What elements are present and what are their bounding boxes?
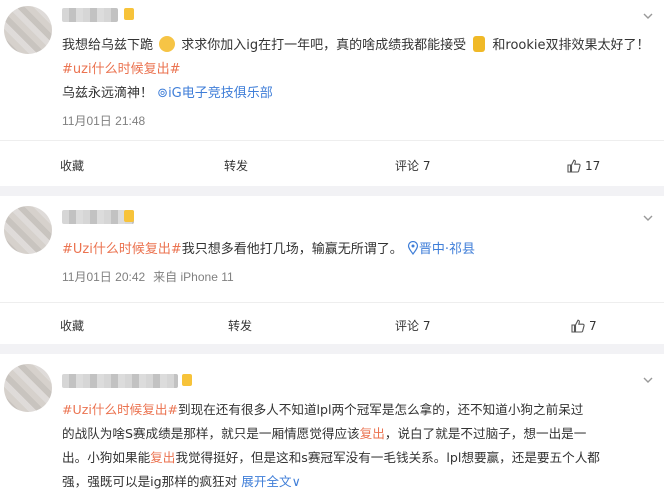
- post-text-fragment: 乌兹永远滴神！: [62, 86, 154, 101]
- favorite-label: 收藏: [60, 319, 85, 333]
- chevron-down-icon[interactable]: [642, 374, 654, 386]
- repost-button[interactable]: 转发: [224, 156, 248, 176]
- post-text-fragment: 出。小狗如果能: [62, 450, 151, 465]
- topic-hashtag[interactable]: #Uzi什么时候复出#: [62, 402, 178, 417]
- post-text-fragment: ，说白了就是不过脑子，想一出是一: [384, 426, 587, 441]
- repost-label: 转发: [228, 319, 253, 333]
- repost-button[interactable]: 转发: [228, 316, 252, 336]
- post-text-line: 强，强既可以是ig那样的疯狂对 展开全文∨: [62, 470, 650, 494]
- thumbs-up-icon: [567, 159, 581, 173]
- post-text-fragment: 我想给乌兹下跪: [62, 38, 158, 53]
- comment-label: 评论 7: [395, 319, 431, 333]
- post-text-line2: 乌兹永远滴神！ ⊚iG电子竞技俱乐部: [62, 82, 650, 106]
- avatar[interactable]: [4, 6, 52, 54]
- action-bar: 收藏 转发 评论 7 17: [0, 156, 664, 176]
- weibo-comment-feed: 我想给乌兹下跪 求求你加入ig在打一年吧，真的啥成绩我都能接受 和rookie双…: [0, 0, 664, 500]
- timestamp[interactable]: 11月01日 20:42: [62, 270, 145, 284]
- post-card: #Uzi什么时候复出#到现在还有很多人不知道lpl两个冠军是怎么拿的，还不知道小…: [0, 354, 664, 500]
- post-text-fragment: 的战队为啥S赛成绩是那样，就只是一厢情愿觉得应该: [62, 426, 360, 441]
- expand-full-text-link[interactable]: ∨: [292, 474, 301, 489]
- expand-full-text-link[interactable]: 展开全文: [241, 474, 291, 489]
- post-meta: 11月01日 21:48: [62, 112, 153, 129]
- avatar[interactable]: [4, 206, 52, 254]
- link-icon: ⊚: [157, 86, 169, 101]
- post-source: 来自 iPhone 11: [153, 270, 234, 284]
- post-text-fragment: 到现在还有很多人不知道lpl两个冠军是怎么拿的，还不知道小狗之前呆过: [178, 402, 584, 417]
- vip-badge-icon: [124, 210, 134, 222]
- action-bar: 收藏 转发 评论 7 7: [0, 316, 664, 336]
- like-count: 17: [585, 159, 601, 173]
- topic-hashtag[interactable]: 复出: [150, 450, 175, 465]
- crying-emoji: [159, 36, 176, 52]
- post-meta: 11月01日 20:42 来自 iPhone 11: [62, 268, 242, 285]
- location-link[interactable]: 晋中·祁县: [419, 242, 475, 257]
- post-text-line: 出。小狗如果能复出我觉得挺好，但是这和s赛冠军没有一毛钱关系。lpl想要赢，还是…: [62, 446, 650, 470]
- post-card: 我想给乌兹下跪 求求你加入ig在打一年吧，真的啥成绩我都能接受 和rookie双…: [0, 0, 664, 186]
- post-text-fragment: 我只想多看他打几场，输赢无所谓了。: [181, 242, 403, 257]
- post-text-line: #Uzi什么时候复出#到现在还有很多人不知道lpl两个冠军是怎么拿的，还不知道小…: [62, 398, 650, 422]
- favorite-button[interactable]: 收藏: [60, 156, 84, 176]
- location-pin-icon: [407, 241, 419, 255]
- post-text: 我想给乌兹下跪 求求你加入ig在打一年吧，真的啥成绩我都能接受 和rookie双…: [62, 34, 650, 82]
- topic-hashtag[interactable]: #uzi什么时候复出#: [62, 62, 180, 77]
- username-blurred[interactable]: [62, 8, 118, 22]
- favorite-button[interactable]: 收藏: [60, 316, 84, 336]
- topic-hashtag[interactable]: 复出: [360, 426, 385, 441]
- comment-button[interactable]: 评论 7: [395, 156, 430, 176]
- like-button[interactable]: 7: [571, 316, 597, 336]
- favorite-label: 收藏: [60, 159, 85, 173]
- comment-label: 评论 7: [395, 159, 431, 173]
- post-text-fragment: 我觉得挺好，但是这和s赛冠军没有一毛钱关系。lpl想要赢，还是要五个人都: [175, 450, 600, 465]
- post-text-fragment: 求求你加入ig在打一年吧，真的啥成绩我都能接受: [177, 38, 471, 53]
- comment-button[interactable]: 评论 7: [395, 316, 430, 336]
- post-text-line: 的战队为啥S赛成绩是那样，就只是一厢情愿觉得应该复出，说白了就是不过脑子，想一出…: [62, 422, 650, 446]
- username-blurred[interactable]: [62, 374, 178, 388]
- like-count: 7: [589, 319, 597, 333]
- chevron-down-icon[interactable]: [642, 10, 654, 22]
- vip-badge-icon: [124, 8, 134, 20]
- vip-badge-icon: [182, 374, 192, 386]
- timestamp[interactable]: 11月01日 21:48: [62, 114, 145, 128]
- avatar[interactable]: [4, 364, 52, 412]
- chevron-down-icon[interactable]: [642, 212, 654, 224]
- post-text: #Uzi什么时候复出#我只想多看他打几场，输赢无所谓了。 晋中·祁县: [62, 238, 650, 262]
- like-button[interactable]: 17: [567, 156, 600, 176]
- post-text-fragment: 强，强既可以是ig那样的疯狂对: [62, 474, 242, 489]
- trophy-emoji: [473, 36, 486, 52]
- thumbs-up-icon: [571, 319, 585, 333]
- section-gap: [0, 186, 664, 196]
- repost-label: 转发: [224, 159, 249, 173]
- club-link[interactable]: iG电子竞技俱乐部: [168, 86, 273, 101]
- topic-hashtag[interactable]: #Uzi什么时候复出#: [62, 242, 182, 257]
- section-gap: [0, 344, 664, 354]
- post-text: #Uzi什么时候复出#到现在还有很多人不知道lpl两个冠军是怎么拿的，还不知道小…: [62, 398, 650, 494]
- divider: [0, 140, 664, 141]
- divider: [0, 302, 664, 303]
- post-text-fragment: 和rookie双排效果太好了！: [488, 38, 650, 53]
- post-card: #Uzi什么时候复出#我只想多看他打几场，输赢无所谓了。 晋中·祁县 11月01…: [0, 196, 664, 344]
